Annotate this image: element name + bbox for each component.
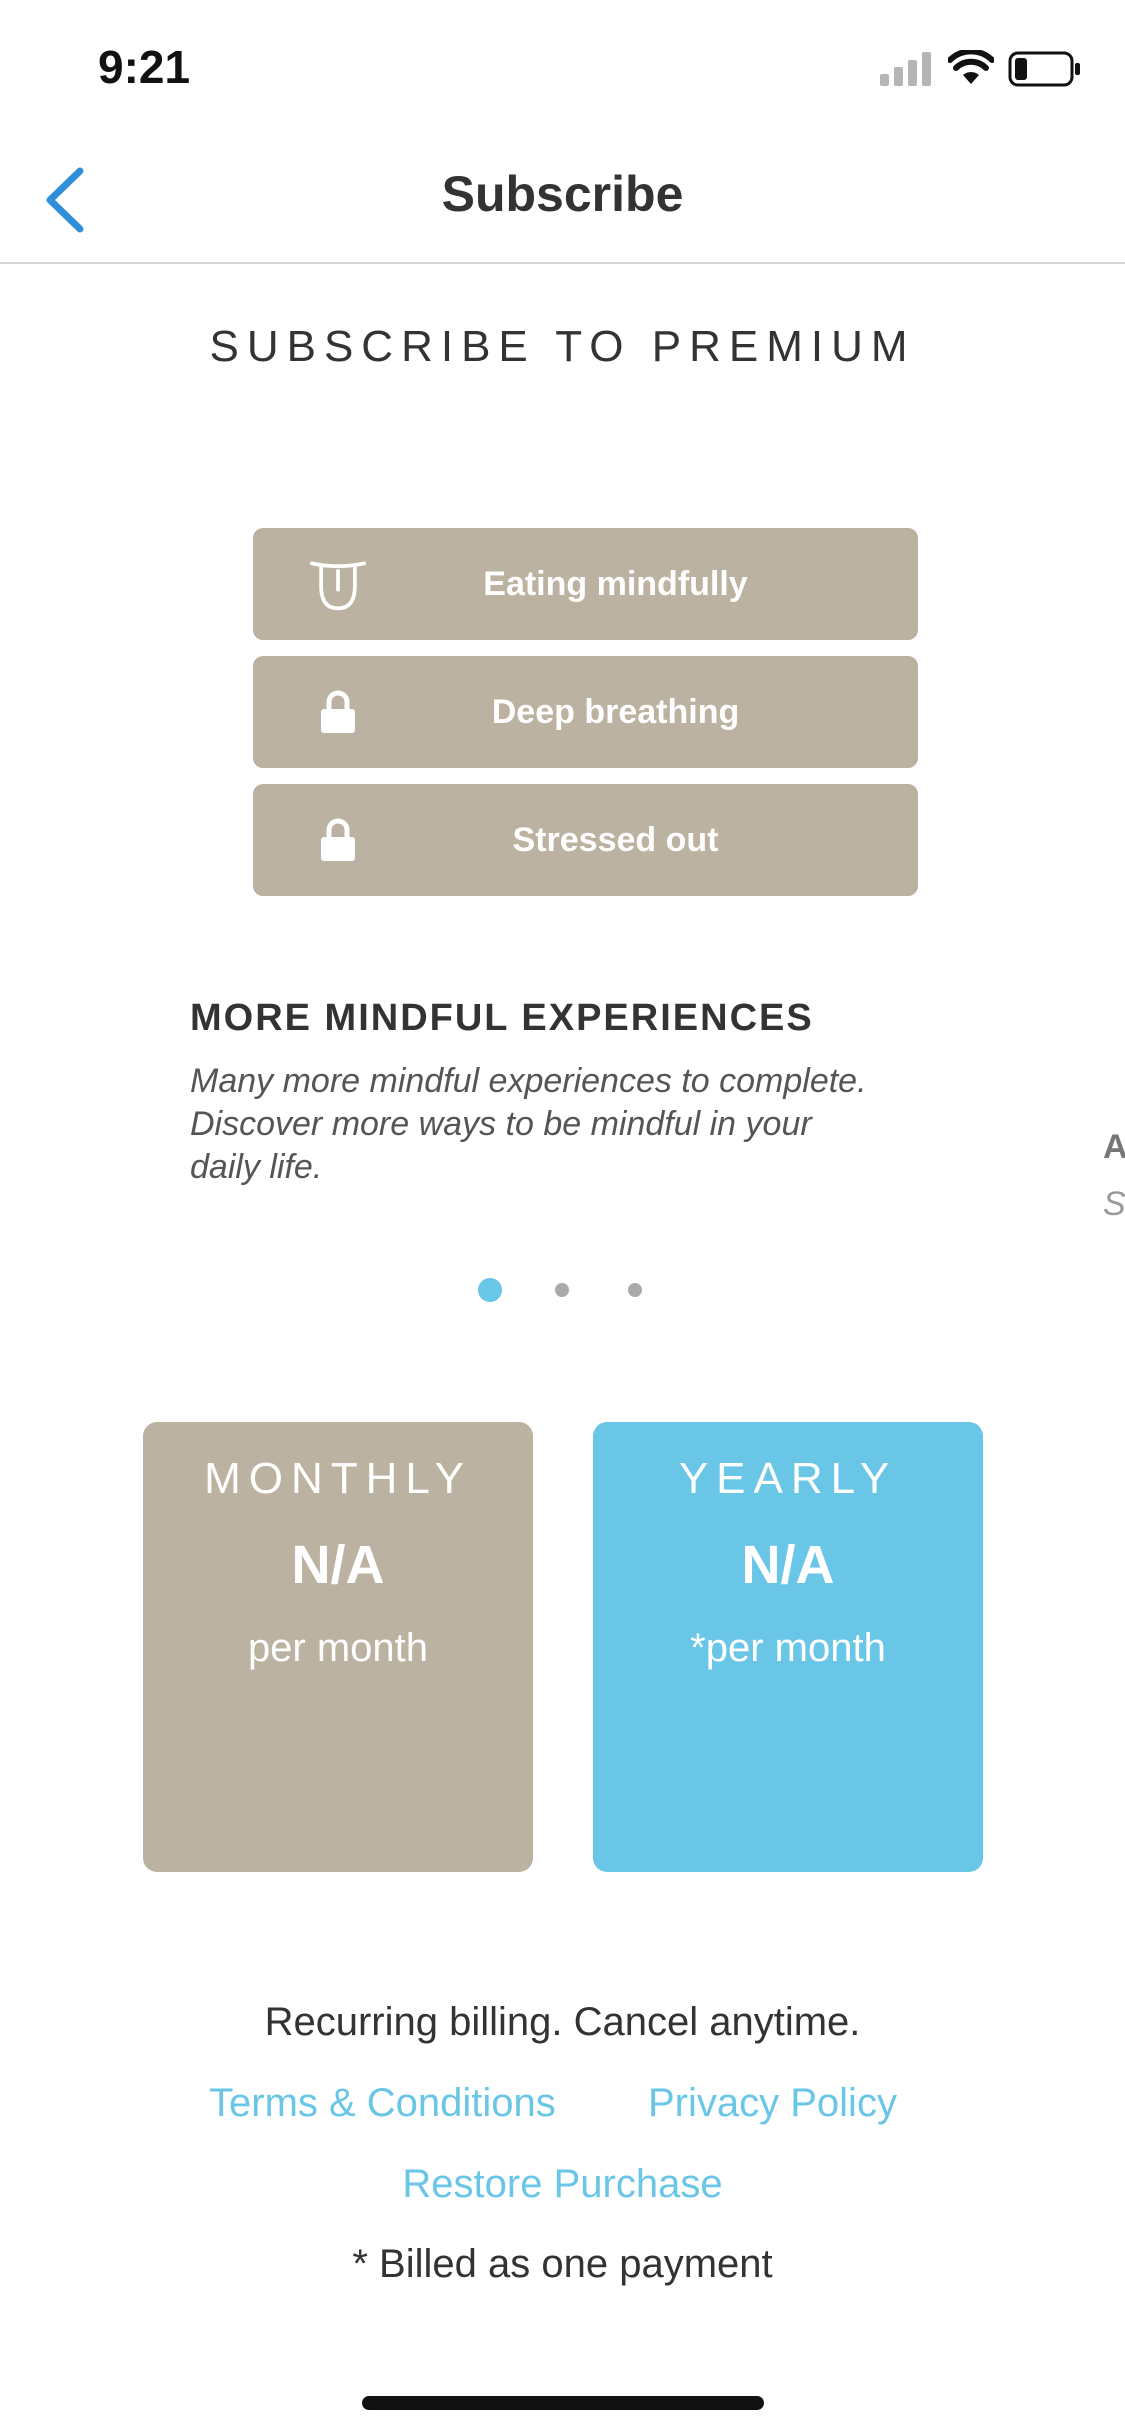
status-time: 9:21	[98, 41, 191, 93]
plan-name: MONTHLY	[204, 1454, 472, 1503]
plan-period: per month	[247, 1626, 429, 1670]
carousel-heading: MORE MINDFUL EXPERIENCES	[190, 997, 814, 1039]
page-dot-2[interactable]	[555, 1283, 569, 1297]
feature-row-eating-mindfully[interactable]: Eating mindfully	[253, 528, 918, 640]
plan-card-monthly[interactable]: MONTHLY N/A per month	[143, 1422, 533, 1872]
feature-row-stressed-out[interactable]: Stressed out	[253, 784, 918, 896]
privacy-link[interactable]: Privacy Policy	[648, 2081, 897, 2126]
page-dot-1[interactable]	[478, 1278, 502, 1302]
nav-divider	[0, 262, 1125, 264]
next-slide-peek-desc: S	[1103, 1185, 1125, 1223]
nav-title: Subscribe	[441, 166, 684, 222]
wifi-icon	[948, 50, 994, 84]
billed-note: * Billed as one payment	[352, 2242, 773, 2286]
home-indicator[interactable]	[362, 2396, 764, 2410]
page-dot-3[interactable]	[628, 1283, 642, 1297]
cellular-signal-icon	[880, 52, 931, 86]
terms-link[interactable]: Terms & Conditions	[209, 2081, 556, 2126]
carousel-description: Many more mindful experiences to complet…	[190, 1062, 867, 1186]
battery-icon	[1008, 51, 1080, 87]
plan-period: *per month	[690, 1626, 886, 1670]
restore-purchase-link[interactable]: Restore Purchase	[0, 2162, 1125, 2207]
billing-note: Recurring billing. Cancel anytime.	[264, 2000, 861, 2044]
plan-name: YEARLY	[678, 1454, 898, 1503]
feature-row-deep-breathing[interactable]: Deep breathing	[253, 656, 918, 768]
lock-icon	[308, 784, 368, 896]
plan-price: N/A	[741, 1535, 835, 1595]
page-title: SUBSCRIBE TO PREMIUM	[209, 322, 916, 371]
lock-icon	[308, 656, 368, 768]
plan-price: N/A	[291, 1535, 385, 1595]
tongue-face-icon	[308, 528, 368, 640]
plan-card-yearly[interactable]: YEARLY N/A *per month	[593, 1422, 983, 1872]
next-slide-peek-heading: A	[1103, 1128, 1125, 1166]
